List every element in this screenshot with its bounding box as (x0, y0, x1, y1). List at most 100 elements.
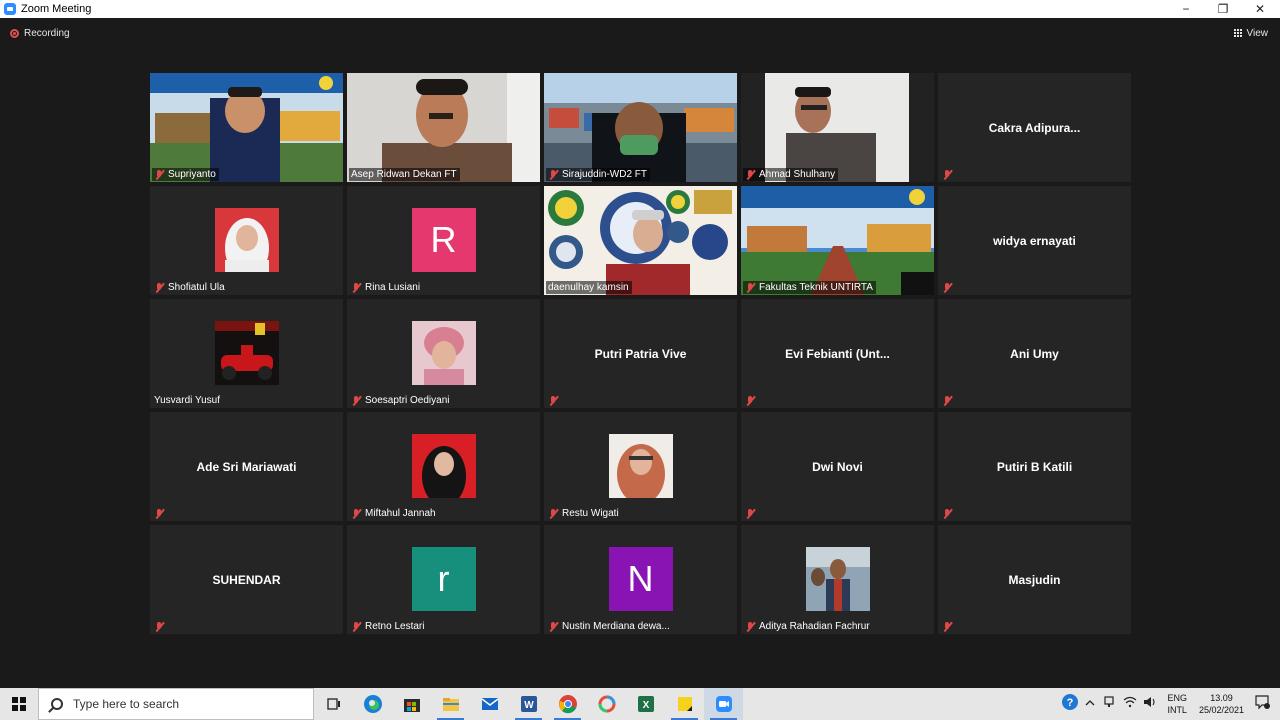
participant-name: Shofiatul Ula (168, 282, 225, 293)
system-clock[interactable]: 13.09 25/02/2021 (1199, 692, 1244, 716)
participant-name: Rina Lusiani (365, 282, 421, 293)
participant-tile[interactable]: R Rina Lusiani (347, 186, 540, 295)
close-button[interactable]: ✕ (1242, 0, 1278, 18)
participant-tile[interactable]: Shofiatul Ula (150, 186, 343, 295)
wifi-icon[interactable] (1123, 695, 1137, 713)
participant-tile[interactable]: daenulhay kamsin (544, 186, 737, 295)
participant-name: Yusvardi Yusuf (154, 395, 220, 406)
participant-tile[interactable]: Ani Umy (938, 299, 1131, 408)
svg-text:X: X (642, 700, 649, 711)
svg-text:?: ? (1067, 697, 1074, 709)
participant-video (741, 73, 934, 182)
participant-tile[interactable]: SUHENDAR (150, 525, 343, 634)
language-bottom: INTL (1167, 705, 1187, 715)
participant-caption: Sirajuddin-WD2 FT (546, 168, 651, 181)
mic-muted-icon (548, 508, 558, 519)
notification-icon[interactable] (1254, 694, 1270, 715)
clock-time: 13.09 (1210, 693, 1233, 703)
recording-label: Recording (24, 28, 70, 39)
recording-indicator[interactable]: Recording (10, 28, 70, 39)
participant-tile[interactable]: Supriyanto (150, 73, 343, 182)
participant-tile[interactable]: Putiri B Katili (938, 412, 1131, 521)
volume-icon[interactable] (1143, 695, 1157, 713)
paint-3d-icon[interactable] (587, 688, 626, 720)
mic-muted-icon (351, 395, 361, 406)
participant-tile[interactable]: Asep Ridwan Dekan FT (347, 73, 540, 182)
participant-caption (152, 621, 171, 633)
mic-muted-icon (745, 396, 755, 406)
participant-display-name: Putiri B Katili (996, 459, 1073, 474)
participant-caption: Miftahul Jannah (349, 507, 439, 520)
mic-muted-icon (942, 509, 952, 519)
participant-tile[interactable]: widya ernayati (938, 186, 1131, 295)
window-titlebar: Zoom Meeting − ❐ ✕ (0, 0, 1280, 18)
participant-caption: Aditya Rahadian Fachrur (743, 620, 873, 633)
view-button[interactable]: View (1233, 28, 1268, 39)
taskbar-search-box[interactable]: Type here to search (38, 688, 314, 720)
participant-caption: Rina Lusiani (349, 281, 423, 294)
participant-tile[interactable]: r Retno Lestari (347, 525, 540, 634)
participant-caption (940, 395, 959, 407)
edge-browser-icon[interactable] (353, 688, 392, 720)
network-device-icon[interactable] (1103, 695, 1115, 713)
task-view-icon[interactable] (314, 688, 353, 720)
mic-muted-icon (351, 508, 361, 519)
recording-icon (10, 29, 19, 38)
participant-video (544, 186, 737, 295)
file-explorer-icon[interactable] (431, 688, 470, 720)
participant-tile[interactable]: Soesaptri Oediyani (347, 299, 540, 408)
participant-tile[interactable]: N Nustin Merdiana dewa... (544, 525, 737, 634)
store-icon[interactable] (392, 688, 431, 720)
maximize-button[interactable]: ❐ (1205, 0, 1241, 18)
chevron-up-icon[interactable] (1085, 695, 1095, 713)
participant-caption (940, 508, 959, 520)
participant-video (347, 73, 540, 182)
zoom-taskbar-icon[interactable] (704, 688, 743, 720)
svg-text:W: W (524, 700, 534, 711)
participant-caption (940, 282, 959, 294)
participant-tile[interactable]: Masjudin (938, 525, 1131, 634)
participant-video (544, 73, 737, 182)
participant-caption (940, 169, 959, 181)
participant-tile[interactable]: Putri Patria Vive (544, 299, 737, 408)
participant-tile[interactable]: Fakultas Teknik UNTIRTA (741, 186, 934, 295)
meeting-area: Recording View Supriyanto Asep Ridwan De… (0, 18, 1280, 688)
participant-tile[interactable]: Miftahul Jannah (347, 412, 540, 521)
participant-display-name: Putri Patria Vive (594, 346, 687, 361)
mic-muted-icon (942, 283, 952, 293)
language-indicator[interactable]: ENG INTL (1167, 692, 1187, 716)
participant-display-name: Dwi Novi (812, 459, 863, 474)
minimize-button[interactable]: − (1168, 0, 1204, 18)
participant-caption: Ahmad Shulhany (743, 168, 839, 181)
participant-caption: Shofiatul Ula (152, 281, 228, 294)
participant-photo (214, 208, 279, 272)
participant-caption: Fakultas Teknik UNTIRTA (743, 281, 876, 294)
participant-tile[interactable]: Ade Sri Mariawati (150, 412, 343, 521)
participant-tile[interactable]: Evi Febianti (Unt... (741, 299, 934, 408)
participant-display-name: SUHENDAR (212, 572, 281, 587)
excel-icon[interactable]: X (626, 688, 665, 720)
participant-tile[interactable]: Ahmad Shulhany (741, 73, 934, 182)
participant-video (741, 186, 934, 295)
start-button[interactable] (0, 688, 38, 720)
participant-tile[interactable]: Cakra Adipura... (938, 73, 1131, 182)
mic-muted-icon (942, 396, 952, 406)
chrome-icon[interactable] (548, 688, 587, 720)
clock-date: 25/02/2021 (1198, 705, 1244, 715)
participant-tile[interactable]: Restu Wigati (544, 412, 737, 521)
participant-caption: daenulhay kamsin (546, 281, 632, 294)
participant-display-name: Ani Umy (1010, 346, 1059, 361)
participant-display-name: widya ernayati (993, 233, 1076, 248)
word-icon[interactable]: W (509, 688, 548, 720)
participant-photo (214, 321, 279, 385)
participant-tile[interactable]: Yusvardi Yusuf (150, 299, 343, 408)
participant-photo (805, 547, 870, 611)
participant-caption: Restu Wigati (546, 507, 622, 520)
participant-tile[interactable]: Aditya Rahadian Fachrur (741, 525, 934, 634)
participant-caption (940, 621, 959, 633)
help-icon[interactable]: ? (1061, 693, 1079, 716)
mail-icon[interactable] (470, 688, 509, 720)
participant-tile[interactable]: Sirajuddin-WD2 FT (544, 73, 737, 182)
participant-tile[interactable]: Dwi Novi (741, 412, 934, 521)
sticky-notes-icon[interactable] (665, 688, 704, 720)
